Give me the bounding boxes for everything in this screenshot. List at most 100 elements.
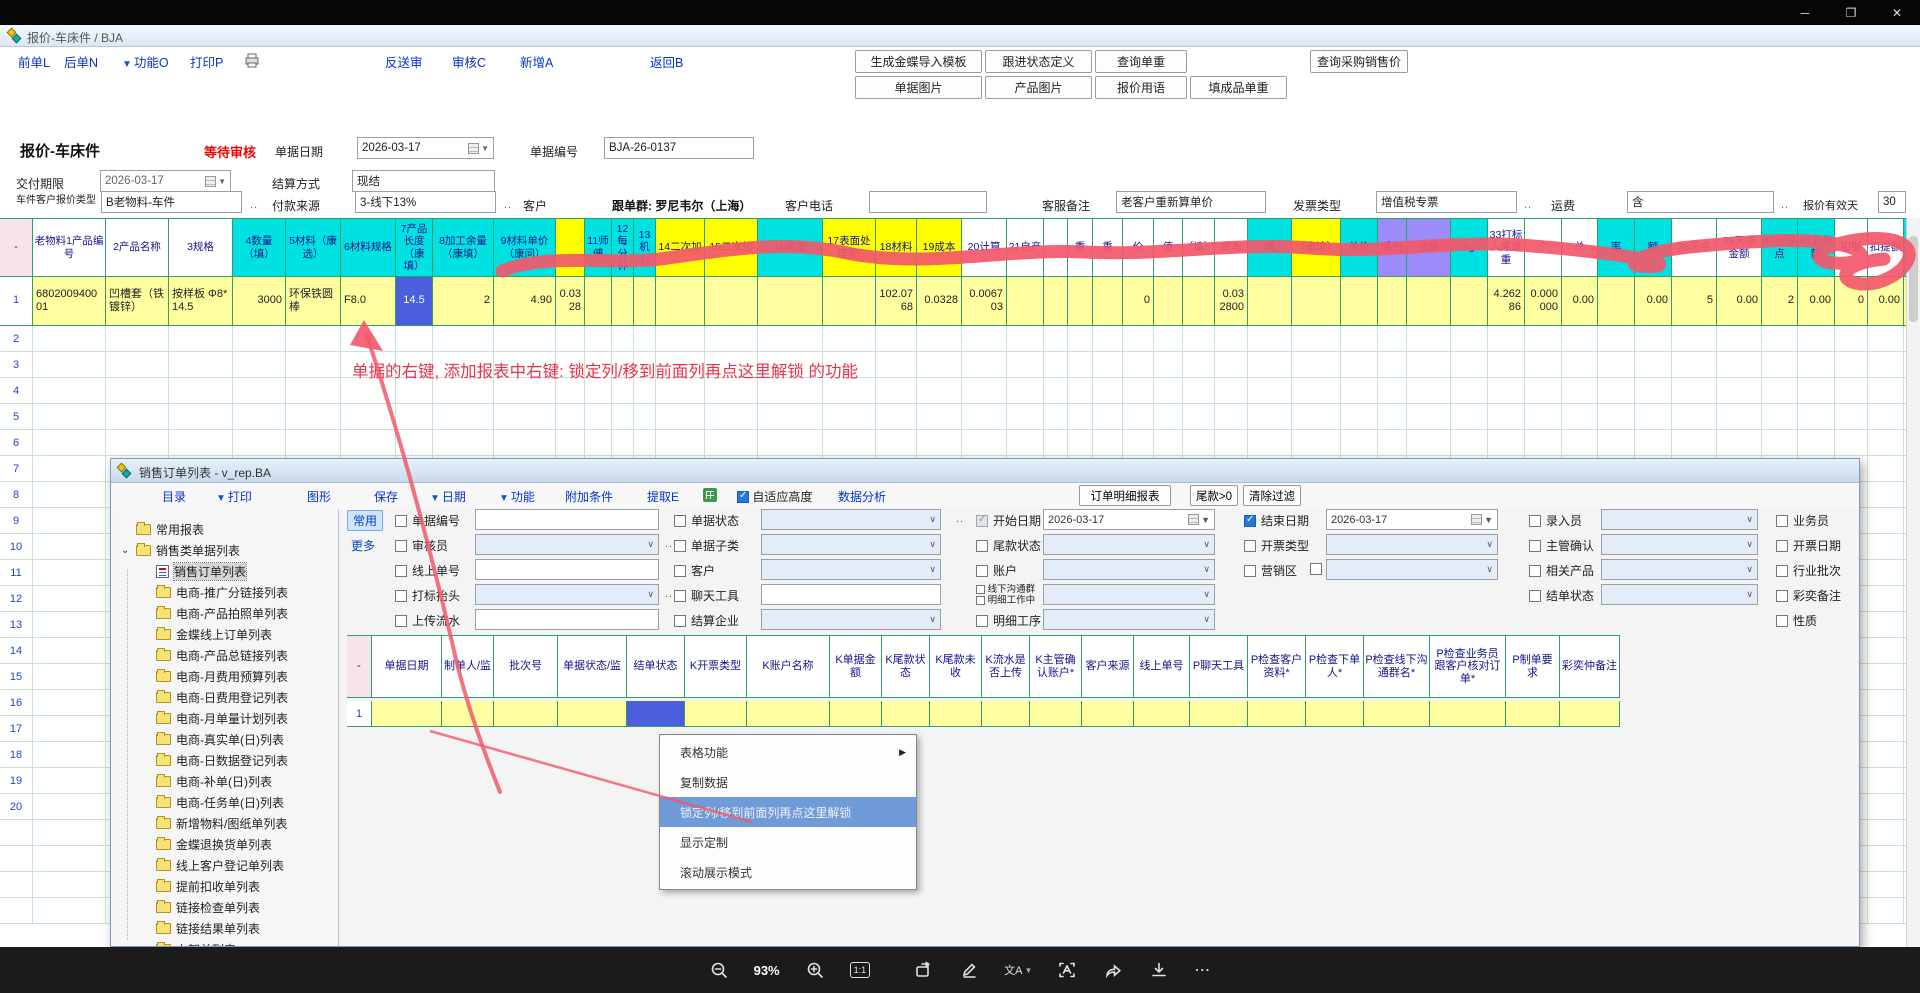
quote-col-header[interactable]: 18材料 <box>876 218 917 277</box>
menu-item-返回B[interactable]: 返回B <box>650 52 683 70</box>
tree-item-电商-真实单(日)列表[interactable]: 电商-真实单(日)列表 <box>141 729 284 750</box>
quote-cell[interactable]: 0 <box>1835 277 1868 326</box>
quote-col-header[interactable]: 6材料规格 <box>341 218 396 277</box>
chevron-down-icon[interactable]: ⌄ <box>121 545 131 556</box>
filter-group-common[interactable]: 常用 <box>347 510 383 531</box>
checkbox-checked[interactable] <box>1244 515 1256 527</box>
filter-field-尾款状态[interactable]: ∨ <box>1043 534 1215 555</box>
checkbox[interactable] <box>1776 515 1788 527</box>
result-cell[interactable] <box>882 701 930 727</box>
quote-cell[interactable]: 0.00 <box>1798 277 1835 326</box>
filter-field-聊天工具[interactable] <box>761 584 941 605</box>
quote-cell[interactable] <box>585 277 612 326</box>
quote-col-header[interactable]: 14二次加 <box>656 218 705 277</box>
result-col-header[interactable]: 彩奕仲备注 <box>1560 635 1620 698</box>
result-col-header[interactable]: K尾款未收 <box>930 635 982 698</box>
quote-col-header[interactable]: 扣提额 <box>1868 218 1904 277</box>
quote-cell[interactable]: 0.006703 <box>962 277 1007 326</box>
autofit-checkbox[interactable]: 自适应高度 <box>737 488 812 505</box>
button-查询单重[interactable]: 查询单重 <box>1095 50 1187 73</box>
checkbox[interactable] <box>395 540 407 552</box>
tree-item-链接结果单列表[interactable]: 链接结果单列表 <box>141 918 260 939</box>
quote-cell[interactable]: 0.00 <box>1868 277 1904 326</box>
more-options-icon[interactable]: ⋯ <box>1194 960 1212 980</box>
checkbox-checked[interactable] <box>976 515 988 527</box>
quote-col-header[interactable]: 额 <box>1635 218 1672 277</box>
filter-field-打标抬头[interactable]: ∨ <box>475 584 659 605</box>
quote-col-header[interactable]: 总 <box>1562 218 1598 277</box>
filter-field-客户[interactable]: ∨ <box>761 559 941 580</box>
data-analysis-link[interactable]: 数据分析 <box>838 488 886 505</box>
filter-field-开票类型[interactable]: ∨ <box>1326 534 1498 555</box>
dialog-menu-图形[interactable]: 图形 <box>307 488 331 505</box>
filter-field-相关产品[interactable]: ∨ <box>1601 559 1758 580</box>
filter-field-单据状态[interactable]: ∨ <box>761 509 941 530</box>
result-cell[interactable] <box>1030 701 1082 727</box>
quote-col-header[interactable] <box>556 218 585 277</box>
result-cell[interactable] <box>372 701 442 727</box>
checkbox[interactable] <box>674 615 686 627</box>
dialog-button-尾款>0[interactable]: 尾款>0 <box>1190 485 1238 506</box>
result-cell[interactable] <box>1248 701 1306 727</box>
tree-item-上架单列表[interactable]: 上架单列表 <box>141 939 236 946</box>
result-col-header[interactable]: - <box>347 635 372 698</box>
checkbox[interactable] <box>395 590 407 602</box>
quote-col-header[interactable]: 40分提点 <box>1762 218 1798 277</box>
quote-cell[interactable]: 按样板 Φ8*14.5 <box>169 277 233 326</box>
context-menu-item-滚动展示模式[interactable]: 滚动展示模式 <box>660 857 916 887</box>
rotate-icon[interactable] <box>912 959 934 981</box>
quote-col-header[interactable]: 价 <box>1123 218 1154 277</box>
quote-cell[interactable]: 3000 <box>233 277 286 326</box>
menu-item-后单N[interactable]: 后单N <box>64 52 98 70</box>
menu-item-新增A[interactable]: 新增A <box>520 52 553 70</box>
result-col-header[interactable]: 单据状态/监 <box>558 635 627 698</box>
checkbox[interactable] <box>976 585 985 594</box>
checkbox[interactable] <box>976 596 985 605</box>
filter-field-开始日期[interactable]: 2026-03-17▼ <box>1043 509 1215 530</box>
tree-item-电商-补单(日)列表[interactable]: 电商-补单(日)列表 <box>141 771 272 792</box>
quote-col-header[interactable]: 7产品长度（康填） <box>396 218 433 277</box>
result-col-header[interactable]: P检查下单人* <box>1306 635 1364 698</box>
result-cell[interactable] <box>1306 701 1364 727</box>
menu-item-反送审[interactable]: 反送审 <box>385 52 423 70</box>
checkbox[interactable] <box>1529 565 1541 577</box>
lookup-dots[interactable]: .. <box>1524 199 1532 211</box>
quote-col-header[interactable]: 单价 <box>1341 218 1378 277</box>
result-cell[interactable] <box>1430 701 1506 727</box>
small-checkbox[interactable] <box>1310 563 1322 575</box>
checkbox[interactable] <box>976 565 988 577</box>
quote-col-header[interactable]: 33打标入库单重 <box>1488 218 1525 277</box>
quote-col-header[interactable]: 20计算 <box>962 218 1007 277</box>
result-cell[interactable] <box>1134 701 1190 727</box>
quote-cell[interactable] <box>1093 277 1123 326</box>
result-col-header[interactable]: 线上单号 <box>1134 635 1190 698</box>
checkbox-checked[interactable] <box>737 491 749 503</box>
quote-col-header[interactable]: 率 <box>1598 218 1635 277</box>
edit-pen-icon[interactable] <box>958 959 980 981</box>
quote-cell[interactable] <box>1154 277 1183 326</box>
result-cell[interactable] <box>558 701 627 727</box>
button-产品图片[interactable]: 产品图片 <box>985 76 1092 99</box>
quote-col-header[interactable]: 17表面处理费/ <box>823 218 876 277</box>
result-col-header[interactable]: 客户来源 <box>1082 635 1134 698</box>
close-button[interactable]: ✕ <box>1874 0 1920 25</box>
result-col-header[interactable]: K流水是否上传 <box>982 635 1030 698</box>
quote-cell[interactable] <box>1007 277 1044 326</box>
quote-cell[interactable]: 0.00 <box>1562 277 1598 326</box>
pay-source-field[interactable]: 3-线下13% <box>355 191 496 213</box>
filter-field-stacked[interactable]: ∨ <box>1043 584 1215 605</box>
quote-col-header[interactable]: 值 <box>1154 218 1183 277</box>
lookup-dots[interactable]: .. <box>250 199 258 211</box>
checkbox[interactable] <box>1244 565 1256 577</box>
menu-item-前单L[interactable]: 前单L <box>18 52 50 70</box>
dialog-button-清除过滤[interactable]: 清除过滤 <box>1243 485 1301 506</box>
quote-cell[interactable]: 凹槽套（铁镀锌） <box>106 277 169 326</box>
quote-cell[interactable]: 0.0328 <box>556 277 585 326</box>
quote-col-header[interactable]: 扣提 <box>1835 218 1868 277</box>
quote-col-header[interactable]: 21自产 <box>1007 218 1044 277</box>
quote-cell[interactable] <box>1341 277 1378 326</box>
quote-col-header[interactable]: kg <box>1451 218 1488 277</box>
quote-cell[interactable]: F8.0 <box>341 277 396 326</box>
tree-item-新增物料/图纸单列表[interactable]: 新增物料/图纸单列表 <box>141 813 287 834</box>
lookup-dots[interactable]: .. <box>956 513 964 525</box>
